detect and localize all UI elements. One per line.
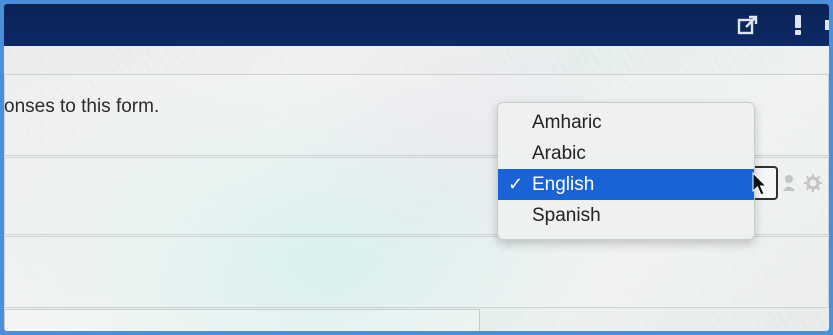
- option-label: Arabic: [532, 143, 586, 164]
- lower-panel: [4, 236, 829, 308]
- check-icon: ✓: [508, 174, 524, 194]
- language-dropdown-menu[interactable]: Amharic Arabic ✓ English Spanish: [497, 102, 755, 240]
- option-label: Amharic: [532, 112, 602, 133]
- gear-icon[interactable]: [804, 174, 822, 195]
- alert-icon[interactable]: [793, 14, 803, 40]
- text-input-box[interactable]: [4, 309, 480, 331]
- external-link-icon[interactable]: [737, 14, 759, 40]
- overflow-icon[interactable]: [824, 14, 829, 40]
- form-note-text: onses to this form.: [4, 96, 160, 117]
- dropdown-option-arabic[interactable]: Arabic: [498, 138, 754, 169]
- dropdown-option-english[interactable]: ✓ English: [498, 169, 754, 200]
- user-icon[interactable]: [782, 174, 796, 195]
- dropdown-option-amharic[interactable]: Amharic: [498, 107, 754, 138]
- top-nav-bar: [4, 4, 829, 46]
- mouse-pointer-icon: [752, 172, 768, 196]
- dropdown-option-spanish[interactable]: Spanish: [498, 200, 754, 231]
- screen-frame: onses to this form. Amharic Arabic ✓ Eng…: [4, 4, 829, 331]
- option-label: Spanish: [532, 205, 601, 226]
- option-label: English: [532, 174, 595, 195]
